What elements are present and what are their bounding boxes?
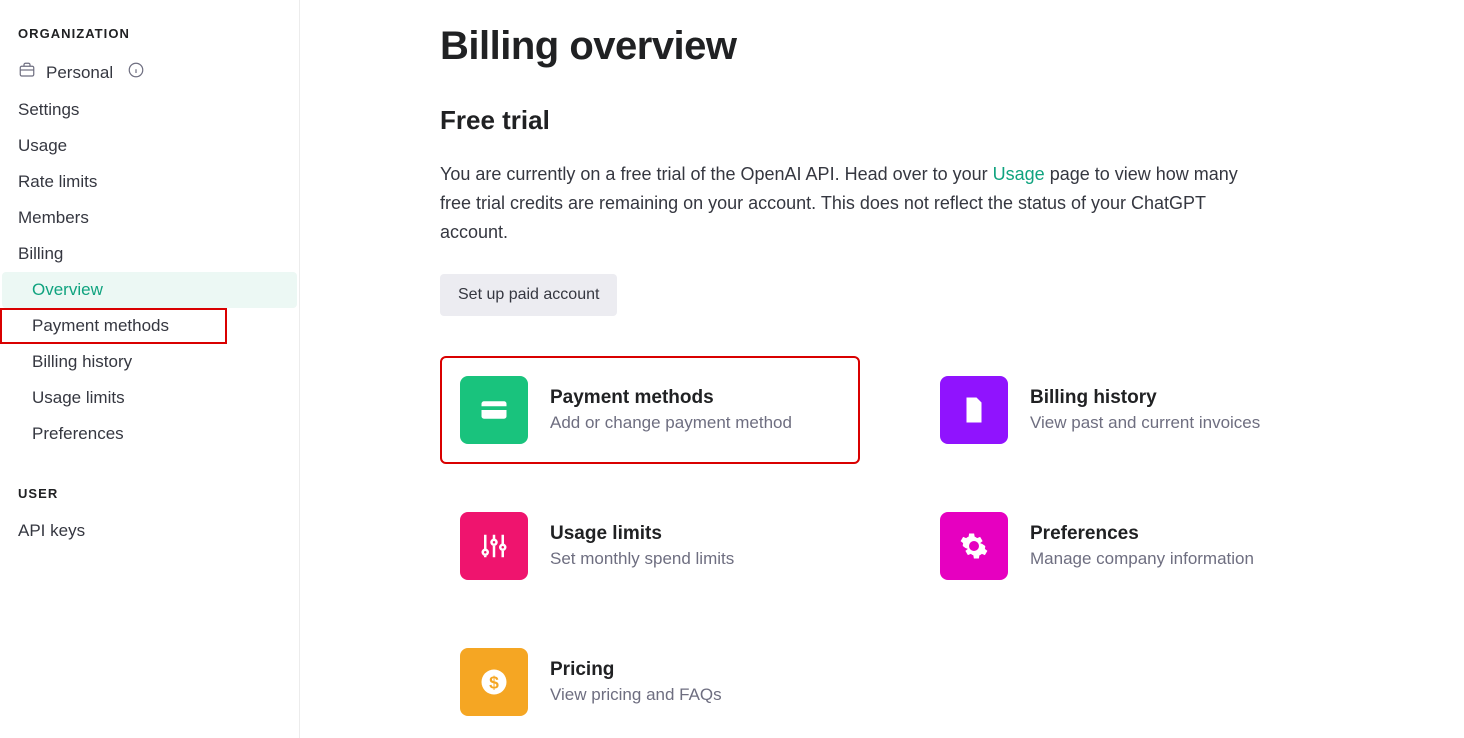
sidebar-header-organization: ORGANIZATION: [0, 20, 299, 53]
sidebar-subitem-payment-methods[interactable]: Payment methods: [0, 308, 227, 344]
sidebar-item-label: Overview: [32, 280, 103, 300]
sidebar-item-api-keys[interactable]: API keys: [0, 513, 299, 549]
desc-text-before: You are currently on a free trial of the…: [440, 164, 993, 184]
sidebar-item-label: Members: [18, 208, 89, 228]
card-subtitle: Manage company information: [1030, 549, 1254, 569]
gear-icon: [940, 512, 1008, 580]
billing-cards: Payment methods Add or change payment me…: [440, 356, 1404, 736]
card-payment-methods[interactable]: Payment methods Add or change payment me…: [440, 356, 860, 464]
card-text: Pricing View pricing and FAQs: [550, 659, 722, 705]
sidebar-item-label: Billing: [18, 244, 63, 264]
sidebar-item-label: Preferences: [32, 424, 124, 444]
sidebar-item-label: API keys: [18, 521, 85, 541]
card-title: Preferences: [1030, 523, 1254, 545]
sidebar-subitem-overview[interactable]: Overview: [2, 272, 297, 308]
card-title: Usage limits: [550, 523, 734, 545]
briefcase-icon: [18, 61, 36, 84]
svg-text:$: $: [489, 673, 499, 693]
card-text: Billing history View past and current in…: [1030, 387, 1260, 433]
card-billing-history[interactable]: Billing history View past and current in…: [920, 356, 1340, 464]
sliders-icon: [460, 512, 528, 580]
sidebar-header-user: USER: [0, 480, 299, 513]
card-subtitle: View pricing and FAQs: [550, 685, 722, 705]
card-usage-limits[interactable]: Usage limits Set monthly spend limits: [440, 492, 860, 600]
sidebar-item-usage[interactable]: Usage: [0, 128, 299, 164]
dollar-icon: $: [460, 648, 528, 716]
sidebar-item-label: Personal: [46, 63, 113, 83]
card-title: Billing history: [1030, 387, 1260, 409]
main-content: Billing overview Free trial You are curr…: [300, 0, 1464, 738]
sidebar-item-label: Rate limits: [18, 172, 97, 192]
card-preferences[interactable]: Preferences Manage company information: [920, 492, 1340, 600]
card-text: Payment methods Add or change payment me…: [550, 387, 792, 433]
sidebar-item-settings[interactable]: Settings: [0, 92, 299, 128]
sidebar-subitem-usage-limits[interactable]: Usage limits: [0, 380, 299, 416]
sidebar-item-label: Settings: [18, 100, 79, 120]
sidebar-item-billing[interactable]: Billing: [0, 236, 299, 272]
credit-card-icon: [460, 376, 528, 444]
sidebar-item-members[interactable]: Members: [0, 200, 299, 236]
sidebar: ORGANIZATION Personal Settings Usage Rat…: [0, 0, 300, 738]
card-title: Pricing: [550, 659, 722, 681]
card-pricing[interactable]: $ Pricing View pricing and FAQs: [440, 628, 860, 736]
card-text: Usage limits Set monthly spend limits: [550, 523, 734, 569]
page-title: Billing overview: [440, 24, 1404, 69]
sidebar-item-rate-limits[interactable]: Rate limits: [0, 164, 299, 200]
setup-paid-account-button[interactable]: Set up paid account: [440, 274, 617, 316]
sidebar-item-label: Usage: [18, 136, 67, 156]
section-title: Free trial: [440, 105, 1404, 136]
sidebar-subitem-billing-history[interactable]: Billing history: [0, 344, 299, 380]
card-subtitle: Add or change payment method: [550, 413, 792, 433]
sidebar-item-label: Billing history: [32, 352, 132, 372]
sidebar-subitem-preferences[interactable]: Preferences: [0, 416, 299, 452]
sidebar-item-label: Payment methods: [32, 316, 169, 336]
sidebar-item-label: Usage limits: [32, 388, 125, 408]
card-subtitle: View past and current invoices: [1030, 413, 1260, 433]
info-icon[interactable]: [127, 61, 145, 84]
document-icon: [940, 376, 1008, 444]
card-subtitle: Set monthly spend limits: [550, 549, 734, 569]
card-title: Payment methods: [550, 387, 792, 409]
usage-link[interactable]: Usage: [993, 164, 1045, 184]
sidebar-item-personal[interactable]: Personal: [0, 53, 299, 92]
card-text: Preferences Manage company information: [1030, 523, 1254, 569]
section-description: You are currently on a free trial of the…: [440, 160, 1260, 246]
